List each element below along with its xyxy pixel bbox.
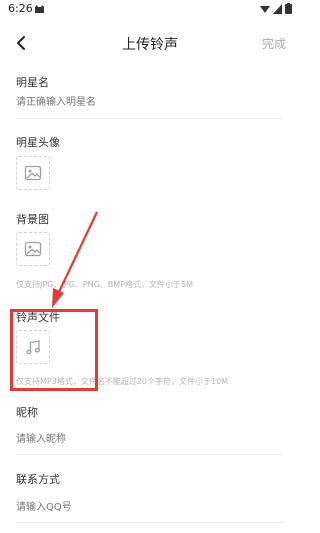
star-avatar-upload[interactable] [16,156,50,190]
divider [16,522,284,523]
image-icon [24,241,42,257]
annotation-highlight-box [10,309,98,391]
background-label: 背景图 [16,213,49,226]
status-bar: 6:26 [0,0,300,22]
nav-bar: 上传铃声 完成 [0,22,300,66]
star-name-input[interactable] [16,95,284,109]
background-upload[interactable] [16,232,50,266]
star-name-label: 明星名 [16,76,49,89]
page-title: 上传铃声 [122,37,178,53]
divider [16,454,284,455]
battery-icon [285,3,292,14]
signal-icon [273,3,282,14]
contact-label: 联系方式 [16,473,60,486]
contact-input[interactable] [16,500,284,514]
star-avatar-label: 明星头像 [16,136,60,149]
nickname-input[interactable] [16,432,284,446]
status-icons [260,3,292,14]
background-hint: 仅支持JPG、JPG、PNG、BMP格式，文件小于5M [16,280,193,289]
image-icon [24,165,42,181]
divider [16,118,284,119]
app-notification-icon [35,5,44,13]
nickname-label: 昵称 [16,406,38,419]
done-button[interactable]: 完成 [262,35,286,52]
wifi-icon [260,5,270,13]
status-time: 6:26 [8,2,33,15]
